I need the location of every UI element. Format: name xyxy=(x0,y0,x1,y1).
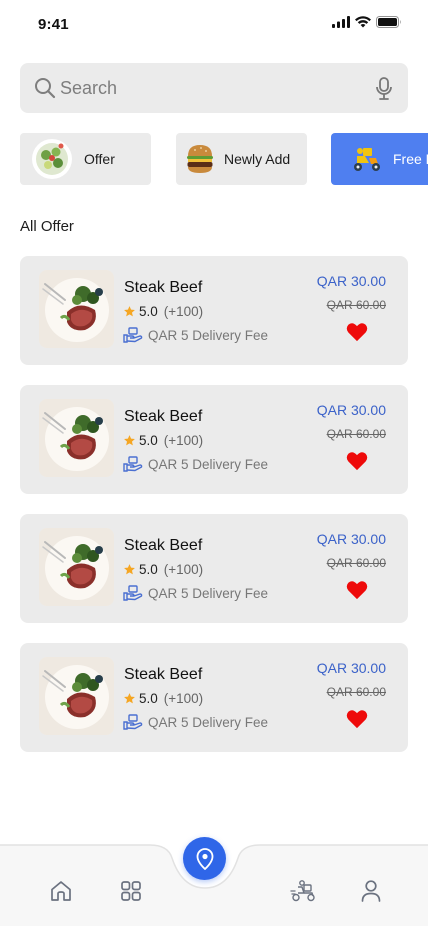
steak-image-icon xyxy=(39,399,114,477)
offer-price: QAR 30.00 xyxy=(316,660,386,676)
wifi-icon xyxy=(355,16,371,28)
rating-value: 5.0 xyxy=(139,691,158,706)
offer-rating: 5.0 (+100) xyxy=(123,433,203,448)
category-chip-free-delivery[interactable]: Free D xyxy=(331,133,428,185)
status-icons xyxy=(332,16,402,28)
delivery-hand-icon xyxy=(123,714,143,730)
offer-rating: 5.0 (+100) xyxy=(123,691,203,706)
heart-icon[interactable] xyxy=(346,451,368,471)
status-bar: 9:41 xyxy=(0,0,428,50)
offer-price: QAR 30.00 xyxy=(316,273,386,289)
steak-image-icon xyxy=(39,657,114,735)
offer-card[interactable]: Steak Beef 5.0 (+100) QAR 5 Delivery Fee… xyxy=(20,643,408,752)
delivery-fee-text: QAR 5 Delivery Fee xyxy=(148,714,269,730)
food-thumbnail xyxy=(39,657,114,735)
offer-title: Steak Beef xyxy=(124,666,203,683)
offer-title: Steak Beef xyxy=(124,279,203,296)
steak-image-icon xyxy=(39,270,114,348)
battery-icon xyxy=(376,16,401,28)
nav-location-button[interactable] xyxy=(183,837,226,880)
category-chip-newly-add[interactable]: Newly Add xyxy=(176,133,307,185)
offer-title: Steak Beef xyxy=(124,537,203,554)
burger-icon xyxy=(187,145,213,173)
nav-delivery[interactable] xyxy=(290,878,316,904)
star-icon xyxy=(124,435,135,446)
rating-value: 5.0 xyxy=(139,433,158,448)
category-chip-label: Offer xyxy=(84,151,115,167)
heart-icon[interactable] xyxy=(346,709,368,729)
cellular-signal-icon xyxy=(332,16,350,28)
star-icon xyxy=(124,693,135,704)
offer-card[interactable]: Steak Beef 5.0 (+100) QAR 5 Delivery Fee… xyxy=(20,385,408,494)
heart-icon[interactable] xyxy=(346,580,368,600)
category-chip-offer[interactable]: Offer xyxy=(20,133,151,185)
location-pin-icon xyxy=(196,847,213,870)
offer-card[interactable]: Steak Beef 5.0 (+100) QAR 5 Delivery Fee… xyxy=(20,514,408,623)
rating-value: 5.0 xyxy=(139,562,158,577)
rating-count: (+100) xyxy=(163,304,204,319)
offer-old-price: QAR 60.00 xyxy=(326,298,386,312)
food-thumbnail xyxy=(39,528,114,606)
rating-value: 5.0 xyxy=(139,304,158,319)
grid-icon xyxy=(121,881,141,901)
salad-icon xyxy=(32,139,72,179)
heart-icon[interactable] xyxy=(346,322,368,342)
offer-delivery-fee: QAR 5 Delivery Fee xyxy=(123,714,268,730)
section-title: All Offer xyxy=(20,218,74,235)
steak-image-icon xyxy=(39,528,114,606)
food-thumbnail xyxy=(39,270,114,348)
offer-price: QAR 30.00 xyxy=(316,402,386,418)
search-input[interactable] xyxy=(60,63,360,113)
offer-price: QAR 30.00 xyxy=(316,531,386,547)
bottom-navigation xyxy=(0,830,428,926)
delivery-fee-text: QAR 5 Delivery Fee xyxy=(148,456,269,472)
category-chip-label: Free D xyxy=(393,151,428,167)
offer-old-price: QAR 60.00 xyxy=(326,427,386,441)
offer-old-price: QAR 60.00 xyxy=(326,685,386,699)
offer-old-price: QAR 60.00 xyxy=(326,556,386,570)
delivery-hand-icon xyxy=(123,327,143,343)
star-icon xyxy=(124,306,135,317)
profile-icon xyxy=(361,880,381,902)
category-chips: Offer Newly Add Free D xyxy=(20,133,428,185)
delivery-fee-text: QAR 5 Delivery Fee xyxy=(148,585,269,601)
offer-delivery-fee: QAR 5 Delivery Fee xyxy=(123,456,268,472)
offer-rating: 5.0 (+100) xyxy=(123,304,203,319)
home-icon xyxy=(51,881,71,901)
microphone-icon[interactable] xyxy=(374,77,394,101)
delivery-scooter-icon xyxy=(290,880,315,902)
delivery-scooter-icon xyxy=(354,148,380,171)
search-bar xyxy=(20,63,408,113)
delivery-fee-text: QAR 5 Delivery Fee xyxy=(148,327,269,343)
search-icon xyxy=(35,78,56,99)
food-thumbnail xyxy=(39,399,114,477)
delivery-hand-icon xyxy=(123,585,143,601)
status-time: 9:41 xyxy=(38,16,69,33)
offer-rating: 5.0 (+100) xyxy=(123,562,203,577)
rating-count: (+100) xyxy=(163,433,204,448)
category-chip-label: Newly Add xyxy=(224,151,291,167)
star-icon xyxy=(124,564,135,575)
offer-title: Steak Beef xyxy=(124,408,203,425)
rating-count: (+100) xyxy=(163,562,204,577)
offer-delivery-fee: QAR 5 Delivery Fee xyxy=(123,327,268,343)
nav-home[interactable] xyxy=(48,878,74,904)
delivery-hand-icon xyxy=(123,456,143,472)
offer-card[interactable]: Steak Beef 5.0 (+100) QAR 5 Delivery Fee… xyxy=(20,256,408,365)
nav-profile[interactable] xyxy=(358,878,384,904)
offer-delivery-fee: QAR 5 Delivery Fee xyxy=(123,585,268,601)
rating-count: (+100) xyxy=(163,691,204,706)
nav-categories[interactable] xyxy=(118,878,144,904)
